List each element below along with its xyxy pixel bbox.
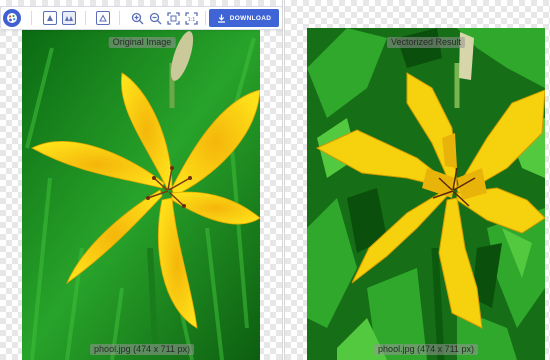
vectorized-image [307,28,545,360]
triangle-box-icon[interactable] [43,10,57,26]
vectorized-result-pane: Vectorized Result phool.jpg (474 x 711 p… [284,0,550,360]
svg-text:1:1: 1:1 [187,16,195,22]
vectorized-file-info: phool.jpg (474 x 711 px) [374,344,478,355]
zoom-in-icon[interactable] [130,10,144,26]
download-icon [217,14,225,23]
vectorized-result-label: Vectorized Result [386,37,466,48]
download-label: DOWNLOAD [229,14,272,22]
toolbar-divider [85,11,86,25]
fit-screen-icon[interactable] [166,10,180,26]
download-button[interactable]: DOWNLOAD [209,9,279,27]
toolbar-divider [31,11,32,25]
zoom-out-icon[interactable] [148,10,162,26]
original-image-label: Original Image [108,37,176,48]
split-view-icon[interactable] [62,10,76,26]
actual-size-icon[interactable]: 1:1 [184,10,198,26]
toolbar-divider [205,11,206,25]
original-image [22,28,260,360]
original-file-info: phool.jpg (474 x 711 px) [90,344,194,355]
single-view-icon[interactable] [96,10,110,26]
palette-icon[interactable] [3,9,21,27]
toolbar-divider [119,11,120,25]
original-image-pane: Original Image phool.jpg (474 x 711 px) [0,0,283,360]
viewer-toolbar: 1:1 DOWNLOAD [0,6,282,30]
